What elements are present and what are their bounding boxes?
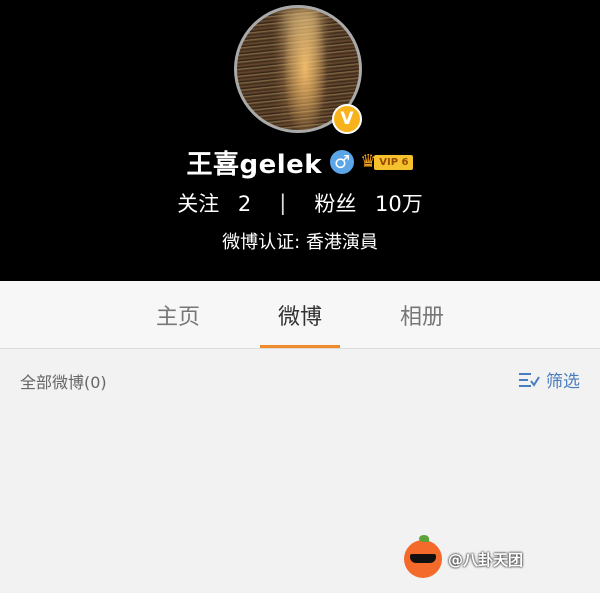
tab-home[interactable]: 主页	[136, 281, 220, 348]
fans-count: 10万	[375, 192, 423, 216]
orange-sunglasses-logo-icon	[404, 535, 442, 578]
vip-badge[interactable]: ♛ VIP 6	[360, 152, 414, 172]
verified-badge-icon: V	[332, 104, 362, 134]
certification-text: 微博认证: 香港演員	[222, 232, 378, 253]
avatar-image	[282, 8, 322, 130]
follow-count: 2	[237, 192, 252, 216]
follow-label: 关注	[177, 192, 220, 216]
filter-icon	[519, 372, 540, 387]
name-row: 王喜gelek ♂ ♛ VIP 6	[0, 146, 600, 180]
profile-tabs: 主页 微博 相册	[0, 281, 600, 349]
watermark: @八卦天团	[404, 535, 524, 578]
follow-stat[interactable]: 关注 2	[171, 188, 257, 218]
filter-label: 筛选	[546, 372, 580, 392]
stats-divider: |	[279, 191, 287, 215]
vip-level-label: VIP 6	[374, 154, 414, 170]
profile-name: 王喜gelek	[186, 149, 323, 180]
fans-label: 粉丝	[314, 192, 357, 216]
profile-stats: 关注 2 | 粉丝 10万	[0, 188, 600, 218]
fans-stat[interactable]: 粉丝 10万	[308, 188, 428, 218]
tab-album[interactable]: 相册	[380, 281, 464, 348]
male-gender-icon: ♂	[330, 150, 355, 174]
feed-filter-bar: 全部微博(0) 筛选	[0, 349, 600, 409]
profile-header: V 王喜gelek ♂ ♛ VIP 6 关注 2 | 粉丝 10万 微博认证: …	[0, 0, 600, 281]
all-posts-count: 全部微博(0)	[20, 373, 107, 392]
watermark-text: @八卦天团	[448, 550, 524, 569]
tab-weibo[interactable]: 微博	[258, 281, 342, 348]
filter-button[interactable]: 筛选	[518, 367, 580, 392]
